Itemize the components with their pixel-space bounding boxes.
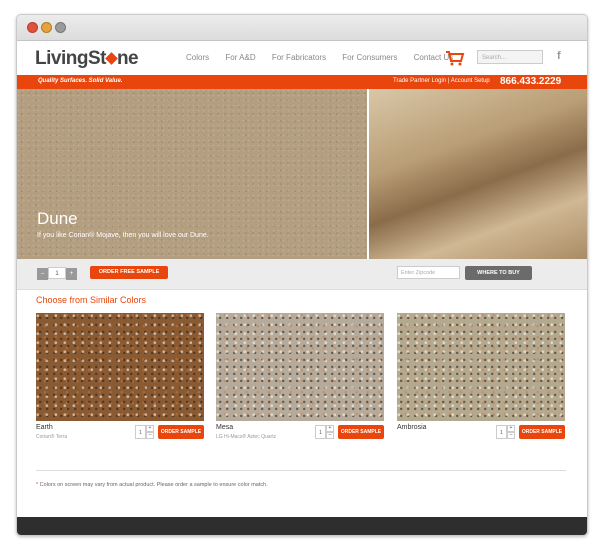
browser-window: LivingSt ne Colors For A&D For Fabricator… [16,14,588,536]
site-footer [17,517,587,535]
nav-colors[interactable]: Colors [186,53,209,62]
increment-button[interactable]: + [507,425,515,432]
cart-icon[interactable] [445,50,465,66]
color-card-earth: Earth Corian® Terra 1 + – ORDER SAMPLE [36,313,204,440]
minimize-window-icon[interactable] [41,22,52,33]
facebook-icon[interactable]: f [557,50,561,62]
quantity-input[interactable]: 1 [48,267,66,279]
color-swatch[interactable] [397,313,565,421]
order-sample-button[interactable]: ORDER SAMPLE [338,425,384,439]
nav-for-consumers[interactable]: For Consumers [342,53,397,62]
disclaimer: * Colors on screen may vary from actual … [36,482,268,488]
order-free-sample-button[interactable]: ORDER FREE SAMPLE [90,266,168,279]
window-titlebar [17,15,587,41]
order-bar: –1 + ORDER FREE SAMPLE Enter Zipcode WHER… [17,259,587,290]
hero: Dune If you like Corian® Mojave, then yo… [17,89,587,259]
decrement-button[interactable]: – [146,432,154,439]
increment-button[interactable]: + [146,425,154,432]
close-window-icon[interactable] [27,22,38,33]
increment-button[interactable]: + [326,425,334,432]
orange-banner: Quality Surfaces. Solid Value. Trade Par… [17,75,587,89]
trade-partner-login-link[interactable]: Trade Partner Login [393,78,446,84]
color-swatch[interactable] [216,313,384,421]
increment-button[interactable]: + [66,268,77,280]
sample-quantity-stepper: 1 + – [496,425,516,439]
link-separator: | [447,78,450,84]
logo-diamond-icon [105,52,118,65]
color-card-ambrosia: Ambrosia 1 + – ORDER SAMPLE [397,313,565,439]
order-sample-button[interactable]: ORDER SAMPLE [158,425,204,439]
search-input[interactable]: Search... [477,50,543,64]
color-card-mesa: Mesa LG Hi-Macs® Aztec Quartz 1 + – ORDE… [216,313,384,440]
nav-for-ad[interactable]: For A&D [225,53,255,62]
hero-dunes-image [369,89,587,259]
hero-title: Dune [37,209,78,228]
divider [36,470,566,471]
sample-quantity-stepper: 1 + – [135,425,155,439]
quantity-stepper: –1 + [37,267,77,280]
site-header: LivingSt ne Colors For A&D For Fabricator… [17,41,587,75]
sample-quantity-input[interactable]: 1 [496,425,507,439]
decrement-button[interactable]: – [326,432,334,439]
color-name[interactable]: Mesa [216,424,233,431]
account-links: Trade Partner Login | Account Setup [393,78,490,84]
maximize-window-icon[interactable] [55,22,66,33]
asterisk: * [36,482,39,488]
color-comparison: Corian® Terra [36,434,68,440]
phone-number: 866.433.2229 [500,76,562,87]
sample-quantity-input[interactable]: 1 [315,425,326,439]
color-comparison: LG Hi-Macs® Aztec Quartz [216,434,277,440]
decrement-button[interactable]: – [37,268,48,280]
similar-colors-heading: Choose from Similar Colors [36,295,147,305]
decrement-button[interactable]: – [507,432,515,439]
where-to-buy-button[interactable]: WHERE TO BUY [465,266,532,280]
order-sample-button[interactable]: ORDER SAMPLE [519,425,565,439]
disclaimer-text: Colors on screen may vary from actual pr… [39,482,268,488]
color-swatch[interactable] [36,313,204,421]
color-name[interactable]: Earth [36,424,53,431]
sample-quantity-input[interactable]: 1 [135,425,146,439]
sample-quantity-stepper: 1 + – [315,425,335,439]
main-nav: Colors For A&D For Fabricators For Consu… [186,53,467,62]
account-setup-link[interactable]: Account Setup [451,78,490,84]
hero-subtitle: If you like Corian® Mojave, then you wil… [37,232,209,239]
color-name[interactable]: Ambrosia [397,424,427,431]
tagline: Quality Surfaces. Solid Value. [38,78,123,84]
zipcode-input[interactable]: Enter Zipcode [397,266,460,279]
nav-for-fabricators[interactable]: For Fabricators [272,53,326,62]
site-logo[interactable]: LivingSt ne [35,48,139,70]
